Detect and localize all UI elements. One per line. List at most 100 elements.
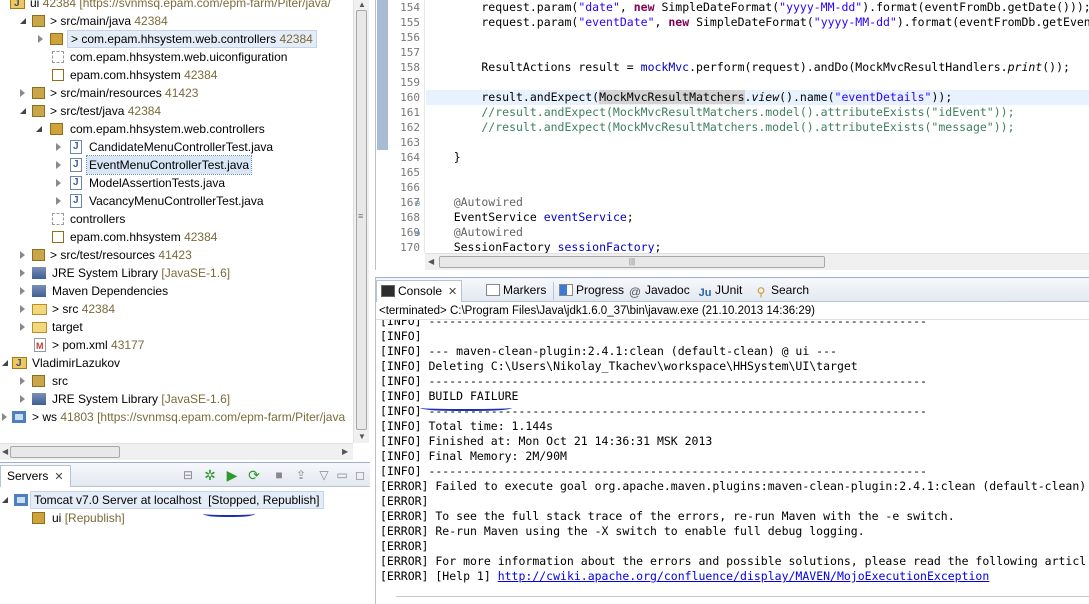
console-process-header: <terminated> C:\Program Files\Java\jdk1.…	[376, 303, 1089, 320]
code-line-155: request.param("eventDate", new SimpleDat…	[426, 15, 1089, 29]
tree-decoration: 41803 [https://svnmsq.epam.com/epm-farm/…	[60, 410, 346, 424]
code-line-154: request.param("date", new SimpleDateForm…	[426, 0, 1089, 14]
maximize-icon[interactable]: ◻	[352, 468, 368, 484]
tree-label: src	[52, 374, 68, 388]
explorer-horizontal-scrollbar[interactable]: ◀ ▶	[0, 443, 353, 460]
explorer-scroll-thumb[interactable]	[356, 10, 367, 430]
collapsed-arrow-icon[interactable]	[20, 377, 25, 385]
line-number: 156	[400, 31, 420, 44]
tree-decoration: 41423	[165, 86, 199, 100]
library-icon	[32, 267, 46, 279]
debug-server-icon[interactable]: ✲	[202, 468, 218, 484]
process-path: C:\Program Files\Java\jdk1.6.0_37\bin\ja…	[449, 305, 815, 317]
java-file-icon	[70, 156, 82, 174]
line-number: 168	[400, 211, 420, 224]
editor-overview-ruler	[376, 0, 389, 253]
collapsed-arrow-icon[interactable]	[20, 323, 25, 331]
editor-horizontal-scrollbar[interactable]: ◀ |||	[425, 253, 1089, 270]
server-name: Tomcat v7.0 Server at localhost	[34, 493, 202, 507]
tab-servers[interactable]: Servers ✕	[0, 465, 71, 487]
fold-collapse-icon[interactable]: ⊖	[414, 199, 421, 208]
close-icon[interactable]: ✕	[54, 470, 63, 483]
line-number: 162	[400, 121, 420, 134]
scroll-down-icon[interactable]: ▼	[358, 432, 366, 441]
start-server-icon[interactable]: ▶	[224, 468, 240, 484]
console-line: [INFO] Final Memory: 2M/90M	[380, 449, 567, 463]
tree-decoration: [JavaSE-1.6]	[161, 392, 231, 406]
folder-icon	[32, 304, 47, 315]
console-line-error: [ERROR]	[380, 494, 429, 508]
minimize-icon[interactable]: ▭	[334, 468, 350, 484]
collapsed-arrow-icon[interactable]	[20, 395, 25, 403]
java-file-icon	[70, 174, 82, 192]
library-icon	[32, 393, 46, 405]
code-area[interactable]: request.param("date", new SimpleDateForm…	[426, 0, 1089, 253]
expanded-arrow-icon[interactable]	[2, 360, 8, 366]
scroll-right-icon[interactable]: ▶	[342, 447, 348, 456]
explorer-vertical-scrollbar[interactable]: ▲ ▼	[353, 0, 369, 443]
expanded-arrow-icon[interactable]	[2, 497, 8, 503]
project-icon	[12, 355, 27, 373]
tree-label: CandidateMenuControllerTest.java	[89, 140, 274, 154]
fold-collapse-icon[interactable]: ⊖	[414, 229, 421, 238]
tab-junit[interactable]: Ju JUnit	[694, 280, 746, 302]
collapsed-arrow-icon[interactable]	[20, 269, 25, 277]
console-line: [INFO] Deleting C:\Users\Nikolay_Tkachev…	[380, 359, 858, 373]
console-bottom-border	[396, 596, 1089, 597]
explorer-hscroll-thumb[interactable]	[10, 446, 120, 458]
console-tabbar: Console ✕ Markers Progress @ Javadoc Ju JUn…	[376, 278, 1089, 302]
terminated-label: <terminated>	[379, 305, 450, 317]
module-state: [Republish]	[64, 511, 125, 525]
tab-javadoc[interactable]: @ Javadoc	[624, 280, 694, 302]
library-icon	[32, 285, 46, 297]
collapsed-arrow-icon[interactable]	[56, 143, 61, 151]
console-line: [INFO] --- maven-clean-plugin:2.4.1:clea…	[380, 344, 837, 358]
collapse-all-icon[interactable]: ⊟	[180, 468, 196, 484]
tab-progress[interactable]: Progress	[555, 280, 628, 302]
module-icon	[32, 512, 45, 524]
scroll-left-icon[interactable]: ◀	[2, 447, 8, 456]
tree-label: epam.com.hhsystem	[70, 68, 181, 82]
collapsed-arrow-icon[interactable]	[20, 89, 25, 97]
tree-decoration: 42384	[134, 14, 168, 28]
tree-decoration: 42384 [https://svnmsq.epam.com/epm-farm/…	[42, 0, 331, 10]
line-number-gutter: 154 155 156 157 158 159 160 161 162 163 …	[389, 0, 425, 254]
view-menu-icon[interactable]: ▽	[316, 468, 332, 484]
expanded-arrow-icon[interactable]	[20, 108, 26, 114]
collapsed-arrow-icon[interactable]	[56, 161, 61, 169]
collapsed-arrow-icon[interactable]	[38, 35, 43, 43]
tree-label: > com.epam.hhsystem.web.controllers	[71, 32, 277, 46]
console-line: [INFO] Total time: 1.144s	[380, 419, 554, 433]
help-link[interactable]: http://cwiki.apache.org/confluence/displ…	[498, 569, 990, 583]
collapsed-arrow-icon[interactable]	[56, 197, 61, 205]
tab-console[interactable]: Console ✕	[376, 280, 463, 302]
collapsed-arrow-icon[interactable]	[2, 413, 7, 421]
java-editor[interactable]: 154 155 156 157 158 159 160 161 162 163 …	[375, 0, 1089, 270]
console-output[interactable]: [INFO] ---------------------------------…	[376, 320, 1089, 604]
web-project-icon	[12, 411, 26, 423]
tree-label: epam.com.hhsystem	[70, 230, 181, 244]
stop-server-icon[interactable]: ■	[271, 468, 287, 484]
expanded-arrow-icon[interactable]	[36, 126, 42, 132]
tab-markers[interactable]: Markers	[482, 280, 550, 302]
publish-icon[interactable]: ⇪	[293, 468, 309, 484]
line-number: 154	[400, 1, 420, 14]
package-icon	[52, 231, 64, 243]
close-icon[interactable]: ✕	[448, 282, 457, 302]
profile-server-icon[interactable]: ⟳	[246, 468, 262, 484]
collapsed-arrow-icon[interactable]	[20, 287, 25, 295]
tab-search[interactable]: ⚲ Search	[750, 280, 813, 302]
code-line-161: //result.andExpect(MockMvcResultMatchers…	[426, 105, 1015, 119]
collapsed-arrow-icon[interactable]	[20, 305, 25, 313]
line-number: 163	[400, 136, 420, 149]
tree-label: > ws	[32, 410, 58, 424]
expanded-arrow-icon[interactable]	[20, 18, 26, 24]
editor-hscroll-thumb[interactable]: |||	[439, 256, 825, 268]
scroll-up-icon[interactable]: ▲	[358, 0, 366, 9]
code-line-170: SessionFactory sessionFactory;	[426, 240, 662, 253]
scroll-left-icon[interactable]: ◀	[428, 257, 434, 266]
collapsed-arrow-icon[interactable]	[20, 251, 25, 259]
java-file-icon	[70, 138, 82, 156]
servers-tabbar: Servers ✕ ⊟ ✲ ▶ ⟳ ■ ⇪ ▽ ▭ ◻	[0, 463, 370, 487]
collapsed-arrow-icon[interactable]	[56, 179, 61, 187]
